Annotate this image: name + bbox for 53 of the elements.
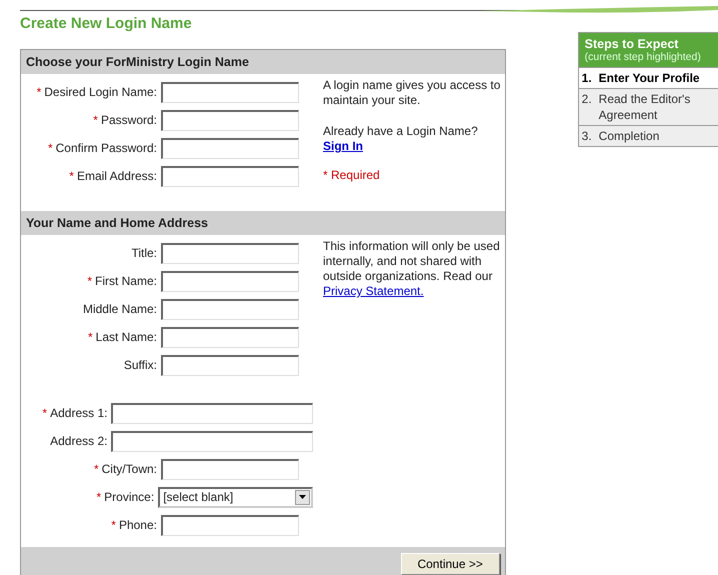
required-note: * Required xyxy=(323,168,381,183)
field-label: Address 2: xyxy=(50,434,108,448)
field-label: Confirm Password: xyxy=(56,141,157,155)
field-label: Address 1: xyxy=(50,406,108,420)
required-asterisk: * xyxy=(48,141,53,155)
sign-in-link[interactable]: Sign In xyxy=(323,139,363,154)
required-asterisk: * xyxy=(69,169,74,183)
required-asterisk: * xyxy=(42,406,48,420)
text-field[interactable] xyxy=(111,430,313,452)
required-asterisk: * xyxy=(36,85,42,99)
field-label: Province: xyxy=(104,490,154,504)
required-asterisk: * xyxy=(87,274,92,288)
step-item[interactable]: 3. Completion xyxy=(578,125,718,146)
section-title: Choose your ForMinistry Login Name xyxy=(26,55,249,69)
province-dropdown[interactable]: [select blank] xyxy=(158,486,313,508)
text-field[interactable] xyxy=(161,110,299,130)
field-label: City/Town: xyxy=(102,462,157,476)
step-item[interactable]: 2. Read the Editor's Agreement xyxy=(578,88,718,125)
text-field[interactable] xyxy=(161,514,299,536)
field-label: Email Address: xyxy=(76,169,157,183)
required-asterisk: * xyxy=(94,462,99,476)
text-field[interactable] xyxy=(111,402,313,424)
text-field[interactable] xyxy=(161,166,299,186)
text-field[interactable] xyxy=(161,298,299,320)
info-text: A login name gives you access to maintain your site. xyxy=(323,78,502,108)
text-field[interactable] xyxy=(161,242,299,264)
field-label: Title: xyxy=(131,246,157,260)
info-text: Already have a Login Name? xyxy=(323,124,479,139)
text-field[interactable] xyxy=(161,326,299,348)
text-field[interactable] xyxy=(161,138,299,158)
required-asterisk: * xyxy=(96,490,102,504)
required-asterisk: * xyxy=(88,330,93,344)
field-label: Password: xyxy=(100,113,157,127)
field-label: Phone: xyxy=(118,518,157,532)
steps-title: Steps to Expect xyxy=(584,37,680,51)
text-field[interactable] xyxy=(161,270,299,292)
privacy-link[interactable]: Privacy Statement. xyxy=(323,284,424,298)
text-field[interactable] xyxy=(161,82,299,102)
dropdown-arrow-icon xyxy=(299,495,306,499)
required-asterisk: * xyxy=(111,518,116,532)
privacy-text: This information will only be used internally, and not shared with outside organizations. Read our Privacy Statement. xyxy=(323,239,501,299)
page-title: Create New Login Name xyxy=(20,15,192,32)
field-label: First Name: xyxy=(94,274,157,288)
steps-subtitle: (current step highlighted) xyxy=(584,51,702,63)
field-label: Middle Name: xyxy=(82,302,157,316)
field-label: Suffix: xyxy=(124,358,157,372)
required-asterisk: * xyxy=(93,113,98,127)
text-field[interactable] xyxy=(161,354,299,376)
continue-button[interactable]: Continue >> xyxy=(400,552,500,574)
text-field[interactable] xyxy=(161,458,299,480)
field-label: Last Name: xyxy=(96,330,157,344)
field-label: Desired Login Name: xyxy=(44,85,157,99)
section-title: Your Name and Home Address xyxy=(26,216,208,230)
